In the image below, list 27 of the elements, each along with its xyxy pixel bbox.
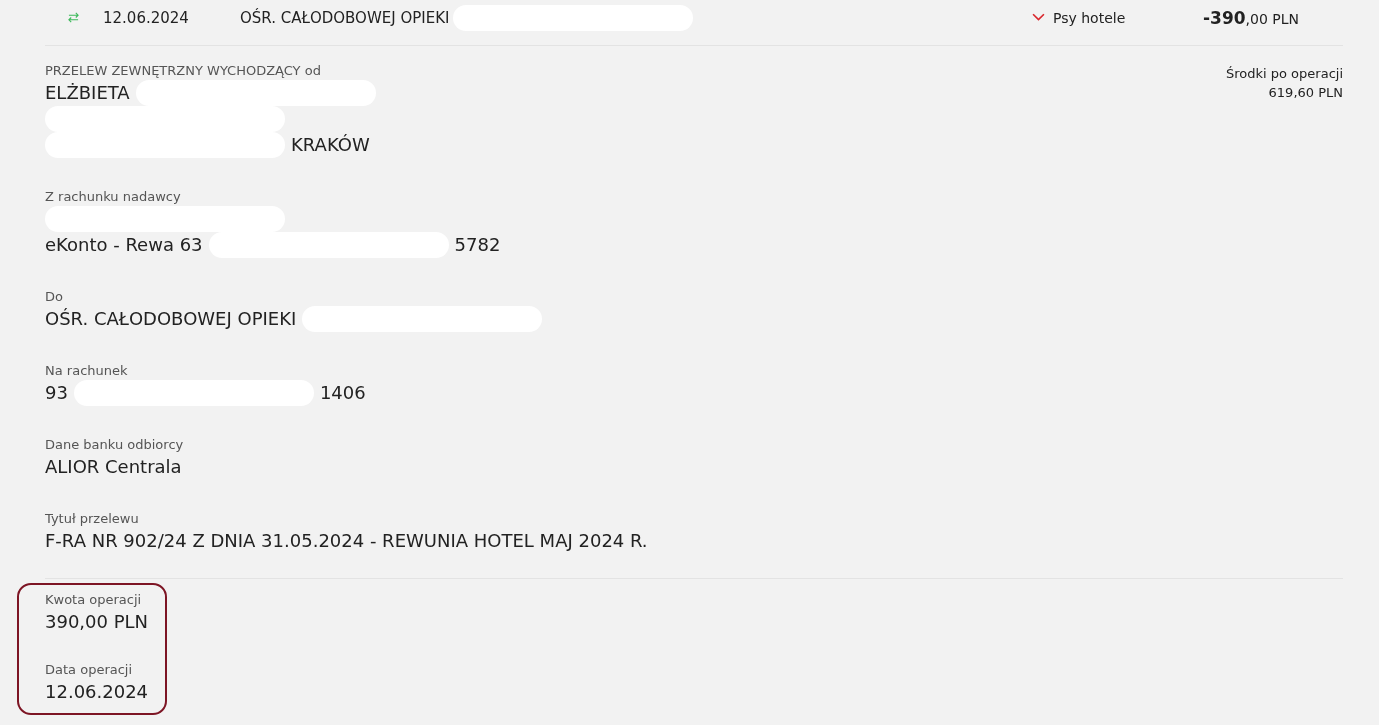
transfer-icon xyxy=(67,12,80,23)
field-label: PRZELEW ZEWNĘTRZNY WYCHODZĄCY od xyxy=(45,62,321,80)
category-label[interactable]: Psy hotele xyxy=(1053,9,1203,26)
field-label: Kwota operacji xyxy=(45,591,142,609)
field-value: eKonto - Rewa 63 xyxy=(45,233,203,257)
field-value: 12.06.2024 xyxy=(45,680,149,704)
balance-label: Środki po operacji xyxy=(1226,65,1343,83)
transaction-date: 12.06.2024 xyxy=(103,8,190,27)
field-value: 1406 xyxy=(319,381,366,405)
balance-value: 619,60 PLN xyxy=(1268,84,1343,102)
field-label: Do xyxy=(45,288,63,306)
field-value: ELŻBIETA xyxy=(45,81,130,105)
field-label: Na rachunek xyxy=(45,362,128,380)
transaction-amount: -390,00 PLN xyxy=(1203,7,1299,28)
field-label: Tytuł przelewu xyxy=(45,510,139,528)
recipient-name: OŚR. CAŁODOBOWEJ OPIEKI xyxy=(240,8,450,27)
field-label: Z rachunku nadawcy xyxy=(45,188,181,206)
field-value: OŚR. CAŁODOBOWEJ OPIEKI xyxy=(45,307,297,331)
chevron-down-icon[interactable] xyxy=(1032,13,1045,22)
field-value: 93 xyxy=(45,381,68,405)
field-value: 390,00 PLN xyxy=(45,610,149,634)
field-label: Dane banku odbiorcy xyxy=(45,436,184,454)
field-label: Data operacji xyxy=(45,661,133,679)
field-value: 5782 xyxy=(454,233,501,257)
field-value: ALIOR Centrala xyxy=(45,455,182,479)
field-value: F-RA NR 902/24 Z DNIA 31.05.2024 - REWUNIA HOTEL MAJ 2024 R. xyxy=(45,529,648,553)
field-value: KRAKÓW xyxy=(291,133,370,157)
